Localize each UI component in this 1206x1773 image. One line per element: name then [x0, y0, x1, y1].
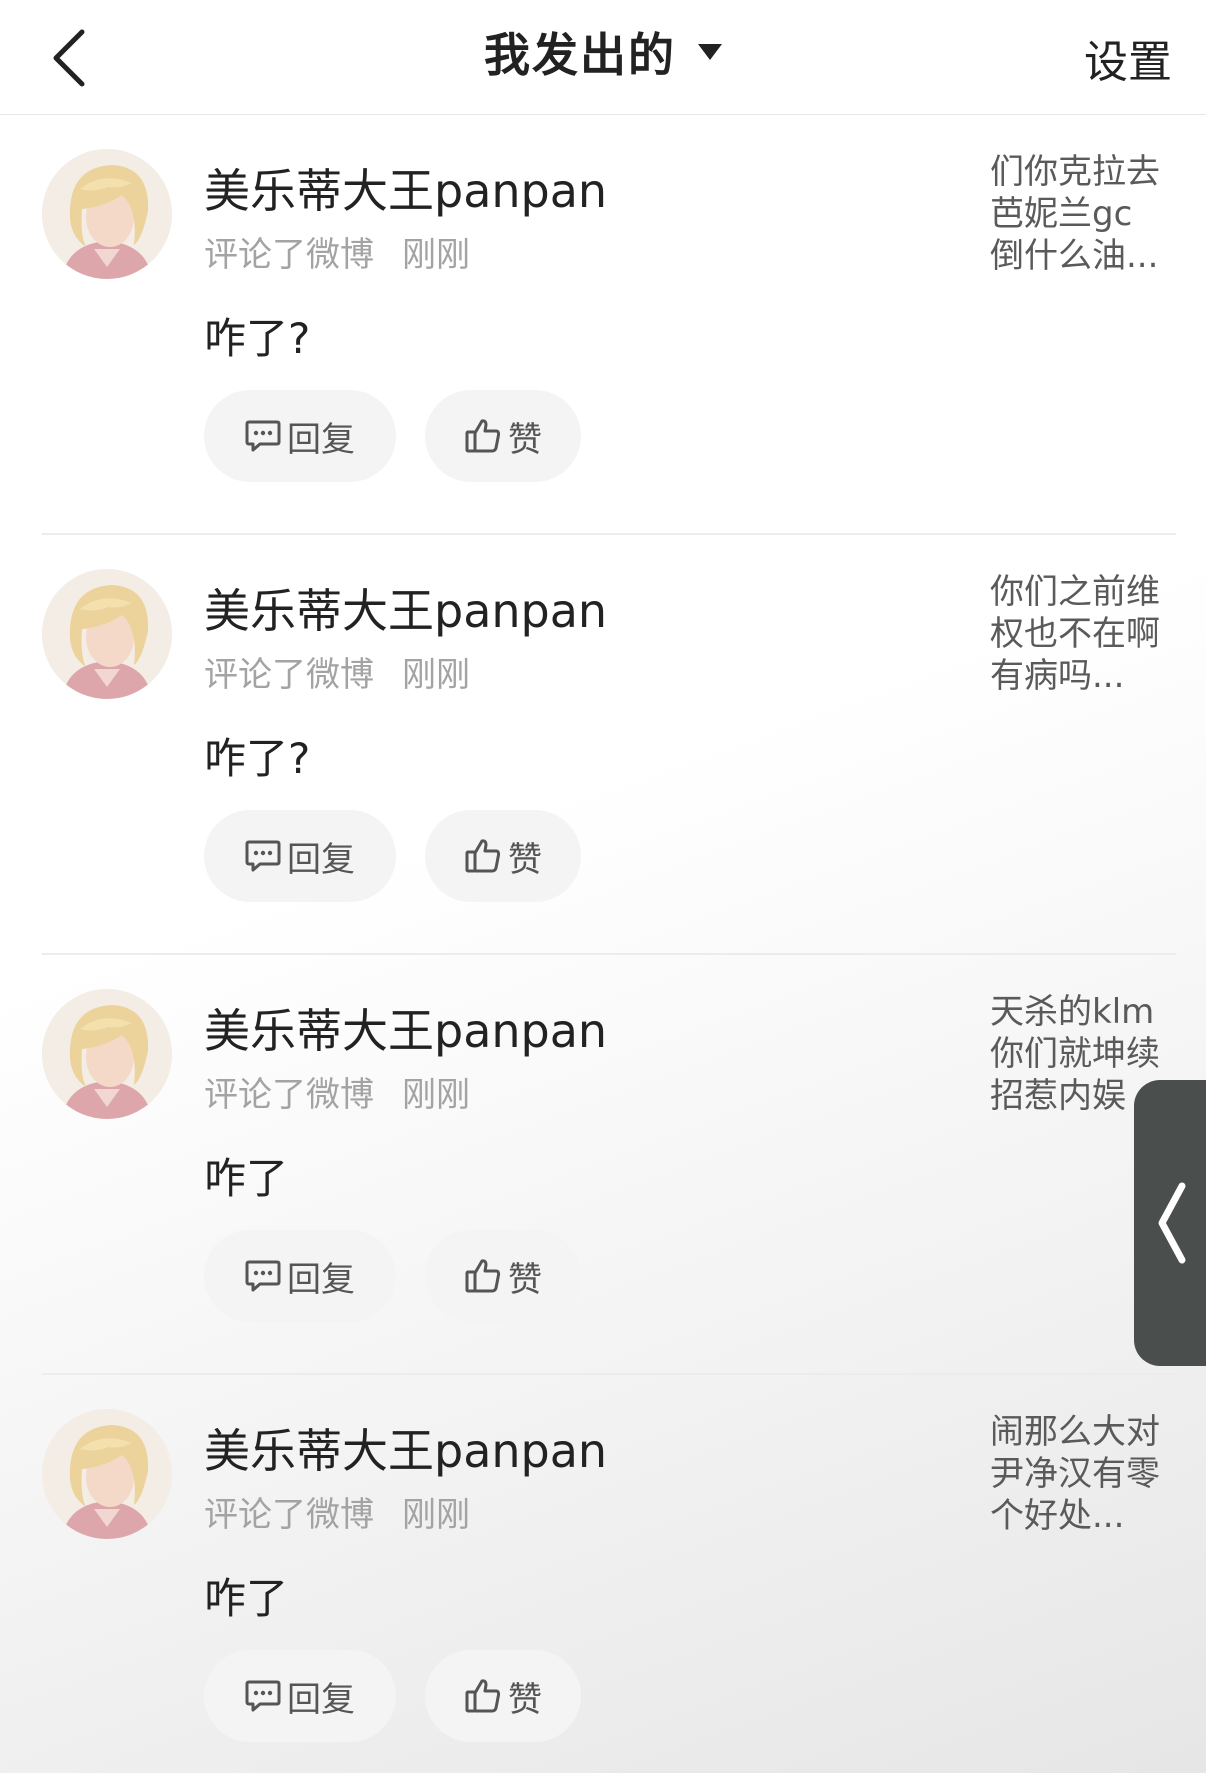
comment-list: 美乐蒂大王panpan 评论了微博 刚刚 咋了? 回复 赞 们你克拉去 芭妮兰gc 倒… [0, 115, 1206, 1773]
like-button[interactable]: 赞 [425, 1650, 581, 1742]
comment-text: 咋了? [204, 314, 311, 363]
reply-button[interactable]: 回复 [204, 390, 396, 482]
user-name[interactable]: 美乐蒂大王panpan [204, 575, 607, 641]
thumbs-up-icon [465, 419, 501, 453]
like-label: 赞 [508, 1679, 542, 1720]
avatar[interactable] [42, 1409, 172, 1539]
avatar-image [42, 569, 172, 699]
timestamp: 刚刚 [402, 1495, 470, 1535]
title-dropdown[interactable]: 我发出的 [0, 18, 1206, 86]
comment-bubble-icon [245, 420, 281, 452]
preview-line: 你们之前维 [990, 572, 1160, 612]
comment-item[interactable]: 美乐蒂大王panpan 评论了微博 刚刚 咋了? 回复 赞 们你克拉去 芭妮兰gc 倒… [0, 115, 1206, 535]
action-text: 评论了微博 [204, 235, 374, 275]
comment-item[interactable]: 美乐蒂大王panpan 评论了微博 刚刚 咋了? 回复 赞 你们之前维 权也不在啊有… [0, 535, 1206, 955]
avatar-image [42, 989, 172, 1119]
comment-bubble-icon [245, 1260, 281, 1292]
original-post-preview[interactable]: 闹那么大对 尹净汉有零 个好处... [990, 1411, 1180, 1537]
reply-button[interactable]: 回复 [204, 1650, 396, 1742]
comment-item[interactable]: 美乐蒂大王panpan 评论了微博 刚刚 咋了 回复 赞 天杀的klm 你们就坤续招… [0, 955, 1206, 1375]
avatar-image [42, 149, 172, 279]
side-drawer-tab[interactable] [1134, 1080, 1206, 1366]
reply-label: 回复 [287, 1259, 355, 1300]
timestamp: 刚刚 [402, 235, 470, 275]
preview-line: 们你克拉去 [990, 152, 1160, 192]
preview-line: 尹净汉有零 [990, 1454, 1160, 1494]
comment-text: 咋了 [204, 1154, 289, 1203]
page-title: 我发出的 [484, 28, 676, 82]
action-text: 评论了微博 [204, 655, 374, 695]
comment-meta: 评论了微博 刚刚 [204, 1067, 470, 1116]
comment-text: 咋了 [204, 1574, 289, 1623]
avatar[interactable] [42, 569, 172, 699]
thumbs-up-icon [465, 1259, 501, 1293]
preview-line: 倒什么油... [990, 236, 1159, 276]
reply-label: 回复 [287, 1679, 355, 1720]
comment-meta: 评论了微博 刚刚 [204, 1487, 470, 1536]
original-post-preview[interactable]: 你们之前维 权也不在啊 有病吗... [990, 571, 1180, 697]
like-button[interactable]: 赞 [425, 390, 581, 482]
comment-bubble-icon [245, 840, 281, 872]
preview-line: 你们就坤续 [990, 1034, 1160, 1074]
thumbs-up-icon [465, 1679, 501, 1713]
like-label: 赞 [508, 1259, 542, 1300]
avatar-image [42, 1409, 172, 1539]
settings-button[interactable]: 设置 [1084, 26, 1172, 90]
comment-bubble-icon [245, 1680, 281, 1712]
chevron-left-icon [1158, 1182, 1186, 1264]
original-post-preview[interactable]: 们你克拉去 芭妮兰gc 倒什么油... [990, 151, 1180, 277]
reply-label: 回复 [287, 419, 355, 460]
comment-meta: 评论了微博 刚刚 [204, 227, 470, 276]
preview-line: 权也不在啊 [990, 614, 1160, 654]
user-name[interactable]: 美乐蒂大王panpan [204, 1415, 607, 1481]
top-bar: 我发出的 设置 [0, 0, 1206, 115]
caret-down-icon [698, 44, 722, 60]
timestamp: 刚刚 [402, 1075, 470, 1115]
like-label: 赞 [508, 419, 542, 460]
comment-meta: 评论了微博 刚刚 [204, 647, 470, 696]
user-name[interactable]: 美乐蒂大王panpan [204, 995, 607, 1061]
avatar[interactable] [42, 989, 172, 1119]
comment-item[interactable]: 美乐蒂大王panpan 评论了微博 刚刚 咋了 回复 赞 闹那么大对 尹净汉有零 个好… [0, 1375, 1206, 1773]
thumbs-up-icon [465, 839, 501, 873]
preview-line: 有病吗... [990, 656, 1125, 696]
comment-text: 咋了? [204, 734, 311, 783]
avatar[interactable] [42, 149, 172, 279]
like-button[interactable]: 赞 [425, 1230, 581, 1322]
like-label: 赞 [508, 839, 542, 880]
action-text: 评论了微博 [204, 1075, 374, 1115]
action-text: 评论了微博 [204, 1495, 374, 1535]
page: 我发出的 设置 美乐蒂大王panpan 评论了微博 刚刚 咋了? 回复 赞 们你… [0, 0, 1206, 1773]
reply-label: 回复 [287, 839, 355, 880]
reply-button[interactable]: 回复 [204, 1230, 396, 1322]
preview-line: 芭妮兰gc [990, 194, 1133, 234]
timestamp: 刚刚 [402, 655, 470, 695]
preview-line: 闹那么大对 [990, 1412, 1160, 1452]
preview-line: 天杀的klm [990, 992, 1155, 1032]
user-name[interactable]: 美乐蒂大王panpan [204, 155, 607, 221]
reply-button[interactable]: 回复 [204, 810, 396, 902]
preview-line: 个好处... [990, 1496, 1125, 1536]
like-button[interactable]: 赞 [425, 810, 581, 902]
